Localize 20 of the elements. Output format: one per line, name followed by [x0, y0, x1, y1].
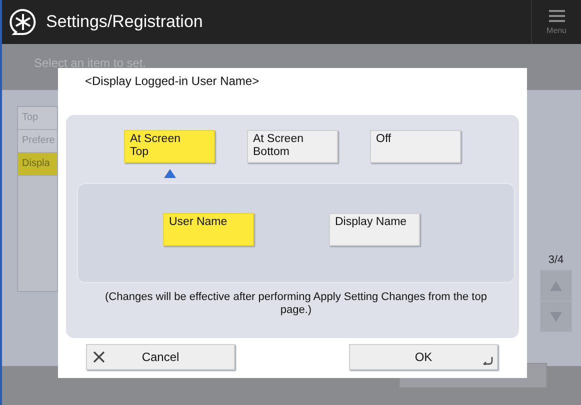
note-text: (Changes will be effective after performing Apply Setting Changes from the top page.) — [104, 290, 488, 317]
position-option[interactable]: Off — [370, 130, 461, 163]
name-option[interactable]: Display Name — [329, 213, 420, 246]
selection-indicator-icon — [164, 169, 176, 178]
name-option[interactable]: User Name — [163, 213, 254, 246]
screen-title: Settings/Registration — [46, 12, 203, 32]
ok-button[interactable]: OK — [349, 344, 498, 370]
return-icon — [483, 357, 493, 365]
position-option[interactable]: At Screen Bottom — [247, 130, 338, 163]
cancel-button[interactable]: Cancel — [86, 344, 235, 370]
close-icon — [93, 351, 105, 363]
arrow-down-icon — [550, 312, 562, 322]
arrow-up-icon — [550, 280, 562, 290]
asterisk-logo-icon — [8, 7, 38, 37]
dialog-title: <Display Logged-in User Name> — [84, 74, 260, 90]
page-counter: 3/4 — [548, 254, 564, 266]
scroll-down-button[interactable] — [541, 302, 571, 331]
scroll-up-button[interactable] — [541, 271, 571, 300]
menu-icon — [548, 10, 564, 22]
position-option[interactable]: At Screen Top — [124, 130, 215, 163]
